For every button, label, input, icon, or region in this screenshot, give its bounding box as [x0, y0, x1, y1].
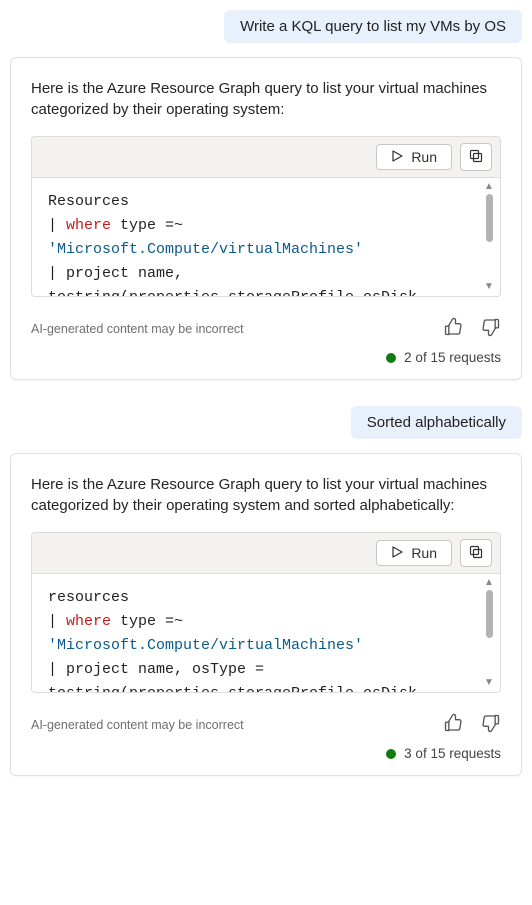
- run-button[interactable]: Run: [376, 540, 452, 566]
- scroll-track: [486, 588, 493, 678]
- assistant-response-card: Here is the Azure Resource Graph query t…: [10, 57, 522, 380]
- code-line: type =~: [111, 217, 183, 234]
- code-line-truncated: tostring(properties.storageProfile.osDis…: [48, 289, 417, 296]
- status-dot-icon: [386, 353, 396, 363]
- usage-text: 3 of 15 requests: [404, 746, 501, 761]
- code-line: |: [48, 217, 66, 234]
- code-keyword: where: [66, 613, 111, 630]
- run-button-label: Run: [411, 149, 437, 165]
- thumbs-down-icon: [481, 325, 501, 340]
- assistant-response-card: Here is the Azure Resource Graph query t…: [10, 453, 522, 776]
- code-line: | project name,: [48, 265, 183, 282]
- thumbs-up-icon: [443, 721, 463, 736]
- code-string: 'Microsoft.Compute/virtualMachines': [48, 637, 363, 654]
- code-string: 'Microsoft.Compute/virtualMachines': [48, 241, 363, 258]
- usage-indicator: 3 of 15 requests: [31, 746, 501, 761]
- code-line: |: [48, 613, 66, 630]
- code-line: | project name, osType =: [48, 661, 264, 678]
- code-content[interactable]: resources | where type =~ 'Microsoft.Com…: [32, 574, 500, 692]
- scroll-down-icon: ▼: [484, 282, 494, 292]
- thumbs-up-button[interactable]: [443, 317, 463, 340]
- scrollbar[interactable]: ▲ ▼: [482, 182, 496, 292]
- code-viewport: resources | where type =~ 'Microsoft.Com…: [32, 574, 500, 692]
- play-icon: [391, 545, 403, 561]
- copy-icon: [469, 149, 483, 166]
- status-dot-icon: [386, 749, 396, 759]
- copy-button[interactable]: [460, 143, 492, 171]
- code-toolbar: Run: [32, 533, 500, 574]
- scroll-track: [486, 192, 493, 282]
- code-block: Run resources | where type =~ 'Microsoft…: [31, 532, 501, 693]
- scroll-thumb[interactable]: [486, 194, 493, 242]
- play-icon: [391, 149, 403, 165]
- code-block: Run Resources | where type =~ 'Microsoft…: [31, 136, 501, 297]
- feedback-buttons: [443, 713, 501, 736]
- run-button-label: Run: [411, 545, 437, 561]
- scroll-thumb[interactable]: [486, 590, 493, 638]
- thumbs-down-button[interactable]: [481, 317, 501, 340]
- code-viewport: Resources | where type =~ 'Microsoft.Com…: [32, 178, 500, 296]
- scroll-up-icon: ▲: [484, 182, 494, 192]
- code-toolbar: Run: [32, 137, 500, 178]
- ai-disclaimer-text: AI-generated content may be incorrect: [31, 322, 244, 336]
- code-line: type =~: [111, 613, 183, 630]
- scroll-up-icon: ▲: [484, 578, 494, 588]
- code-line: resources: [48, 589, 129, 606]
- scroll-down-icon: ▼: [484, 678, 494, 688]
- card-footer: AI-generated content may be incorrect: [31, 713, 501, 736]
- run-button[interactable]: Run: [376, 144, 452, 170]
- thumbs-down-icon: [481, 721, 501, 736]
- code-line: Resources: [48, 193, 129, 210]
- copy-button[interactable]: [460, 539, 492, 567]
- user-message: Write a KQL query to list my VMs by OS: [224, 10, 522, 43]
- user-message: Sorted alphabetically: [351, 406, 522, 439]
- code-keyword: where: [66, 217, 111, 234]
- scrollbar[interactable]: ▲ ▼: [482, 578, 496, 688]
- assistant-intro-text: Here is the Azure Resource Graph query t…: [31, 78, 501, 120]
- thumbs-down-button[interactable]: [481, 713, 501, 736]
- thumbs-up-icon: [443, 325, 463, 340]
- usage-indicator: 2 of 15 requests: [31, 350, 501, 365]
- card-footer: AI-generated content may be incorrect: [31, 317, 501, 340]
- thumbs-up-button[interactable]: [443, 713, 463, 736]
- feedback-buttons: [443, 317, 501, 340]
- ai-disclaimer-text: AI-generated content may be incorrect: [31, 718, 244, 732]
- code-line-truncated: tostring(properties.storageProfile.osDis…: [48, 685, 417, 692]
- code-content[interactable]: Resources | where type =~ 'Microsoft.Com…: [32, 178, 500, 296]
- assistant-intro-text: Here is the Azure Resource Graph query t…: [31, 474, 501, 516]
- copy-icon: [469, 545, 483, 562]
- usage-text: 2 of 15 requests: [404, 350, 501, 365]
